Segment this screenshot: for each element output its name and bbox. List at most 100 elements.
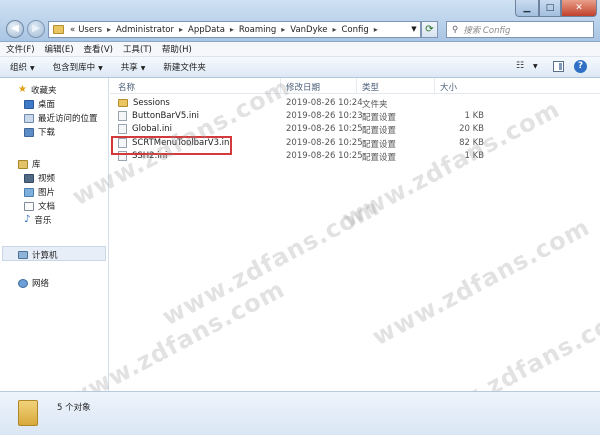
nav-documents[interactable]: 文档 — [24, 200, 55, 212]
file-date: 2019-08-26 10:24 — [286, 98, 363, 108]
address-bar[interactable]: « Users ▸ Administrator ▸ AppData ▸ Roaming… — [48, 21, 411, 38]
file-name: Sessions — [133, 98, 170, 108]
nav-desktop-label: 桌面 — [38, 100, 56, 110]
nav-videos[interactable]: 视频 — [24, 172, 55, 184]
file-date: 2019-08-26 10:25 — [286, 124, 363, 134]
share-label: 共享 — [120, 63, 138, 73]
column-type[interactable]: 类型 — [362, 81, 379, 93]
file-name: ButtonBarV5.ini — [132, 111, 200, 121]
title-bar: ▁ □ ✕ ◀ ▶ « Users ▸ Administrator ▸ AppDat… — [0, 0, 600, 42]
network-icon — [18, 278, 28, 288]
share-button[interactable]: 共享 ▼ — [121, 61, 146, 73]
close-button[interactable]: ✕ — [561, 0, 597, 17]
downloads-icon — [24, 127, 34, 137]
column-divider[interactable] — [356, 78, 357, 93]
nav-computer[interactable]: 计算机 — [18, 249, 58, 261]
nav-network-label: 网络 — [32, 279, 50, 289]
library-icon — [18, 159, 28, 169]
item-count: 5 个对象 — [57, 403, 91, 413]
file-type: 配置设置 — [362, 126, 397, 136]
column-name[interactable]: 名称 — [118, 81, 135, 93]
details-pane: 5 个对象 — [0, 391, 600, 435]
menu-help[interactable]: 帮助(H) — [162, 43, 192, 55]
column-header-row: 名称 修改日期 类型 大小 — [110, 78, 600, 94]
document-icon — [24, 201, 34, 211]
nav-downloads[interactable]: 下载 — [24, 126, 55, 138]
menu-bar: 文件(F) 编辑(E) 查看(V) 工具(T) 帮助(H) — [0, 42, 600, 57]
desktop-icon — [24, 99, 34, 109]
file-type: 文件夹 — [362, 100, 388, 110]
nav-music-label: 音乐 — [34, 216, 52, 226]
organize-button[interactable]: 组织 ▼ — [10, 61, 35, 73]
file-date: 2019-08-26 10:25 — [286, 151, 363, 161]
nav-desktop[interactable]: 桌面 — [24, 98, 55, 110]
breadcrumb-roaming[interactable]: Roaming — [239, 25, 276, 35]
refresh-button[interactable]: ⟳ — [421, 21, 438, 38]
file-name: Global.ini — [132, 124, 172, 134]
nav-libraries[interactable]: 库 — [18, 158, 41, 170]
view-options-icon[interactable]: ☷ — [516, 61, 524, 71]
file-row[interactable]: ButtonBarV5.ini 2019-08-26 10:23 配置设置 1 … — [110, 111, 490, 124]
file-type: 配置设置 — [362, 140, 397, 150]
address-dropdown-button[interactable]: ▼ — [408, 21, 421, 38]
nav-pictures[interactable]: 图片 — [24, 186, 55, 198]
include-library-label: 包含到库中 — [52, 63, 96, 73]
back-button[interactable]: ◀ — [6, 20, 24, 38]
file-date: 2019-08-26 10:25 — [286, 138, 363, 148]
chevron-right-icon[interactable]: ▸ — [281, 25, 285, 34]
nav-documents-label: 文档 — [38, 202, 56, 212]
star-icon: ★ — [18, 84, 27, 95]
folder-icon — [53, 25, 64, 34]
folder-icon — [18, 400, 38, 426]
chevron-right-icon[interactable]: ▸ — [107, 25, 111, 34]
address-overflow[interactable]: « — [70, 25, 75, 35]
search-icon: ⚲ — [452, 24, 459, 35]
pictures-icon — [24, 187, 34, 197]
column-size[interactable]: 大小 — [440, 81, 457, 93]
menu-file[interactable]: 文件(F) — [6, 43, 35, 55]
file-date: 2019-08-26 10:23 — [286, 111, 363, 121]
include-library-button[interactable]: 包含到库中 ▼ — [53, 61, 103, 73]
menu-edit[interactable]: 编辑(E) — [45, 43, 74, 55]
help-icon[interactable]: ? — [574, 60, 587, 73]
recent-places-icon — [24, 113, 34, 123]
organize-label: 组织 — [10, 63, 28, 73]
file-type: 配置设置 — [362, 153, 397, 163]
menu-view[interactable]: 查看(V) — [84, 43, 113, 55]
breadcrumb-administrator[interactable]: Administrator — [116, 25, 174, 35]
search-input[interactable]: ⚲ 搜索 Config — [446, 21, 594, 38]
chevron-right-icon[interactable]: ▸ — [374, 25, 378, 34]
chevron-down-icon: ▼ — [140, 65, 146, 72]
breadcrumb-vandyke[interactable]: VanDyke — [290, 25, 327, 35]
nav-music[interactable]: ♪ 音乐 — [24, 214, 52, 227]
chevron-down-icon: ▼ — [30, 65, 35, 72]
computer-icon — [18, 251, 28, 259]
column-divider[interactable] — [434, 78, 435, 93]
config-file-icon — [118, 111, 127, 121]
nav-videos-label: 视频 — [38, 174, 56, 184]
minimize-button[interactable]: ▁ — [515, 0, 539, 17]
config-file-icon — [118, 124, 127, 134]
forward-button[interactable]: ▶ — [27, 20, 45, 38]
folder-icon — [118, 99, 128, 107]
nav-recent[interactable]: 最近访问的位置 — [24, 112, 98, 124]
file-row[interactable]: Sessions 2019-08-26 10:24 文件夹 — [110, 98, 490, 111]
preview-pane-icon[interactable] — [553, 61, 564, 72]
file-size: 1 KB — [464, 111, 484, 121]
chevron-right-icon[interactable]: ▸ — [332, 25, 336, 34]
new-folder-button[interactable]: 新建文件夹 — [163, 61, 206, 73]
menu-tools[interactable]: 工具(T) — [123, 43, 152, 55]
maximize-button[interactable]: □ — [539, 0, 561, 17]
breadcrumb-appdata[interactable]: AppData — [188, 25, 225, 35]
video-icon — [24, 173, 34, 183]
nav-computer-label: 计算机 — [32, 251, 58, 261]
breadcrumb-config[interactable]: Config — [342, 25, 369, 35]
nav-network[interactable]: 网络 — [18, 277, 49, 289]
chevron-right-icon[interactable]: ▸ — [230, 25, 234, 34]
navigation-pane: ★ 收藏夹 桌面 最近访问的位置 下载 库 视频 图片 文档 ♪ 音乐 计算机 … — [0, 78, 109, 391]
chevron-right-icon[interactable]: ▸ — [179, 25, 183, 34]
nav-favorites[interactable]: ★ 收藏夹 — [18, 84, 56, 97]
chevron-down-icon[interactable]: ▼ — [533, 63, 538, 70]
nav-pictures-label: 图片 — [38, 188, 56, 198]
breadcrumb-users[interactable]: Users — [78, 25, 102, 35]
